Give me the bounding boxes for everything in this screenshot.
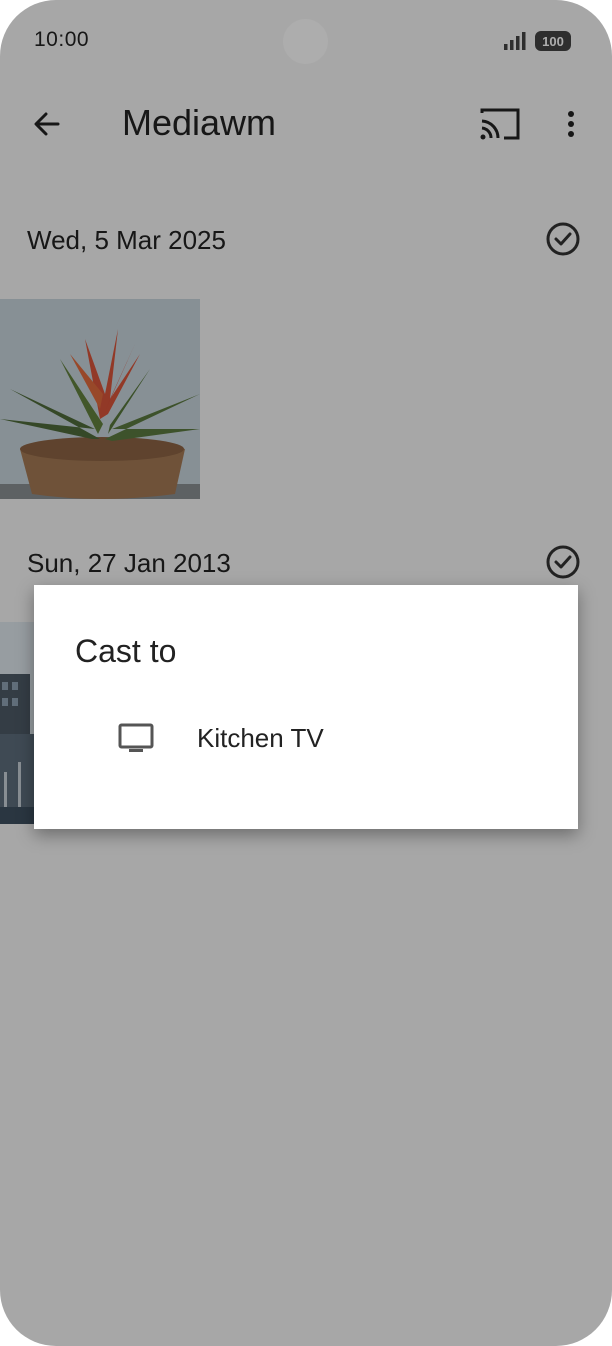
cast-device-item[interactable]: Kitchen TV bbox=[34, 707, 578, 771]
dialog-title: Cast to bbox=[75, 633, 177, 669]
phone-screen: 10:00 100 Mediawm Wed, 5 Mar 2025 Sun, 2… bbox=[0, 0, 612, 1346]
tv-icon bbox=[118, 723, 154, 752]
cast-dialog: Cast to Kitchen TV bbox=[34, 585, 578, 829]
cast-device-label: Kitchen TV bbox=[197, 723, 324, 753]
